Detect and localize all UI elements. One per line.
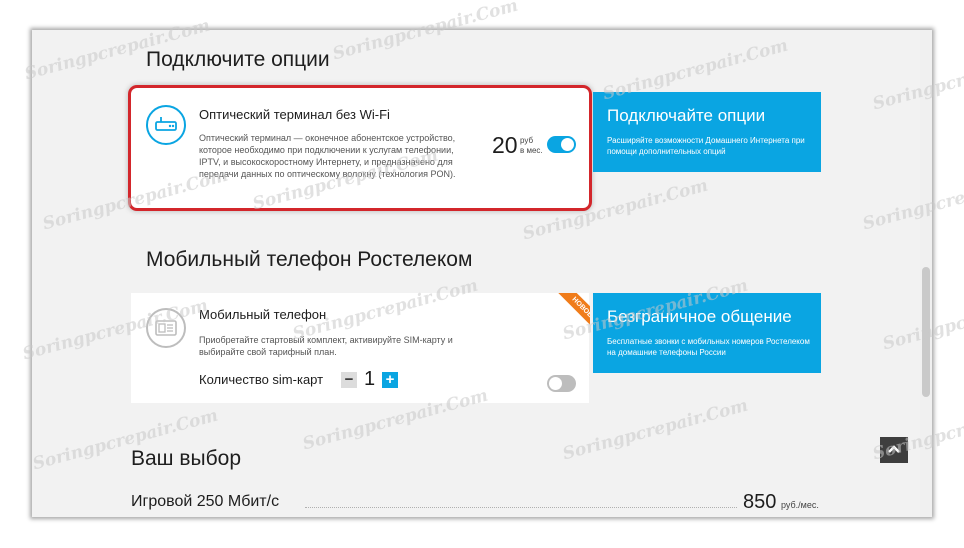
option-price-unit: руб в мес. [520, 136, 543, 155]
scroll-to-top-button[interactable] [880, 437, 908, 463]
option-title: Оптический терминал без Wi-Fi [199, 107, 390, 122]
option-description: Оптический терминал — оконечное абонентс… [199, 133, 456, 179]
toggle-knob [561, 138, 574, 151]
mobile-description: Приобретайте стартовый комплект, активир… [199, 335, 453, 357]
summary-item-name: Игровой 250 Мбит/с [131, 493, 280, 510]
router-icon [146, 105, 186, 145]
sim-quantity-decrease-button[interactable]: − [341, 372, 357, 388]
sim-card-icon [146, 308, 186, 348]
promo-title: Безграничное общение [607, 307, 792, 326]
option-price: 20 [492, 132, 518, 158]
scrollbar-thumb[interactable] [922, 267, 930, 397]
toggle-knob [549, 377, 562, 390]
option-card-optical-terminal[interactable]: Оптический терминал без Wi-Fi Оптический… [131, 88, 589, 208]
section-heading-options: Подключите опции [146, 48, 330, 71]
promo-text: Бесплатные звонки с мобильных номеров Ро… [607, 337, 810, 357]
summary-item-price-unit: руб./мес. [781, 500, 819, 510]
promo-banner-options[interactable]: Подключайте опции Расширяйте возможности… [593, 92, 821, 172]
new-badge: НОВОЕ [549, 293, 590, 334]
chevron-up-icon [888, 445, 900, 453]
sim-quantity-label: Количество sim-карт [199, 372, 324, 387]
promo-text: Расширяйте возможности Домашнего Интерне… [607, 136, 805, 156]
mobile-title: Мобильный телефон [199, 307, 327, 322]
option-card-mobile-phone[interactable]: Мобильный телефон Приобретайте стартовый… [131, 293, 589, 403]
promo-banner-mobile[interactable]: Безграничное общение Бесплатные звонки с… [593, 293, 821, 373]
summary-leader-dots [305, 507, 737, 508]
promo-title: Подключайте опции [607, 106, 766, 125]
sim-quantity-increase-button[interactable]: + [382, 372, 398, 388]
section-heading-mobile: Мобильный телефон Ростелеком [146, 248, 473, 271]
summary-item-price: 850 [743, 491, 777, 513]
section-heading-summary: Ваш выбор [131, 447, 242, 470]
sim-quantity-value: 1 [364, 368, 376, 390]
mobile-toggle[interactable] [547, 375, 576, 392]
option-toggle[interactable] [547, 136, 576, 153]
